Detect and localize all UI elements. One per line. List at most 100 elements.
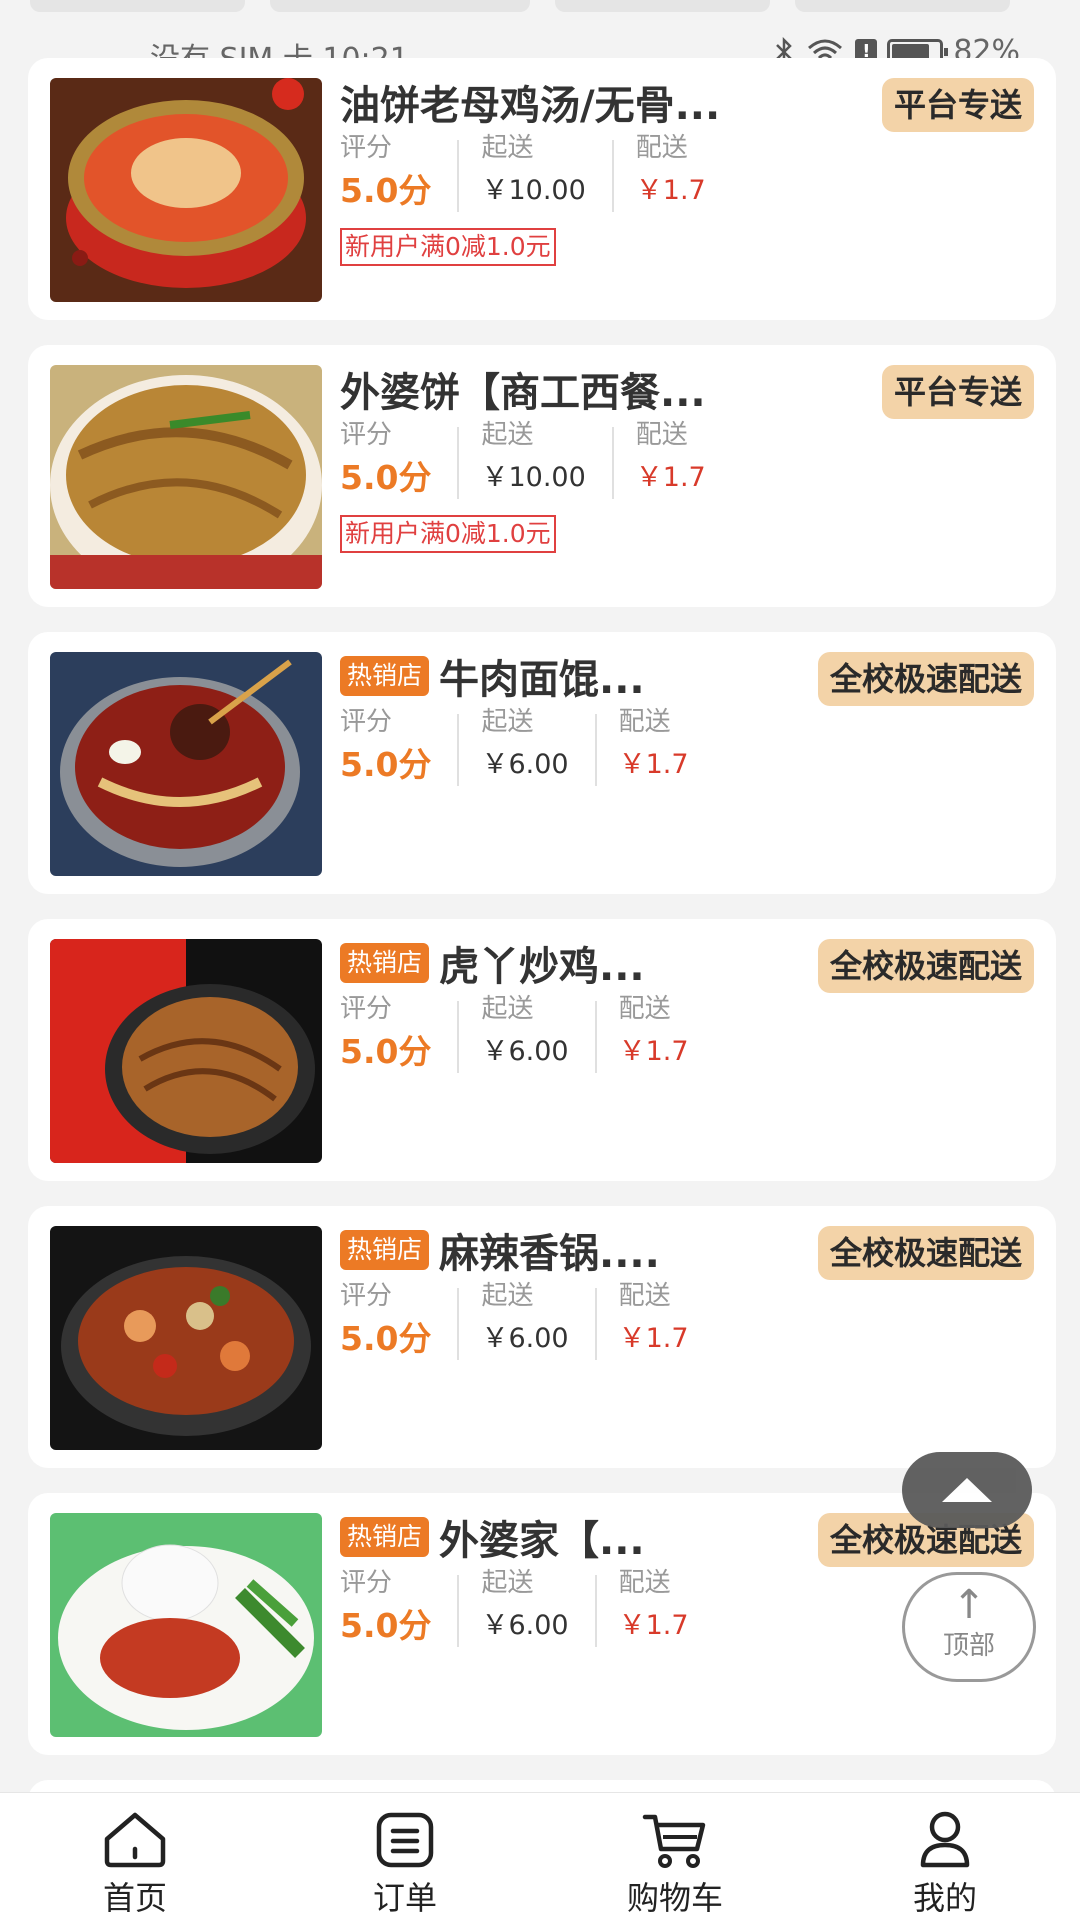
chevron-up-icon: [942, 1478, 992, 1502]
tab-stub[interactable]: [30, 0, 245, 12]
nav-home[interactable]: 首页: [0, 1793, 270, 1920]
delivery-label: 配送: [618, 707, 671, 737]
min-order-value: ￥6.00: [481, 749, 569, 780]
chicken-soup-photo[interactable]: [50, 78, 322, 302]
delivery-fee-value: ￥1.7: [618, 1323, 689, 1354]
rice-plate-photo[interactable]: [50, 1513, 322, 1737]
min-order-label: 起送: [481, 1281, 534, 1311]
delivery-label: 配送: [635, 133, 688, 163]
store-card[interactable]: 热销店 牛肉面馄... 全校极速配送 评分 5.0分 起送 ￥6.00 配送 ￥1.7: [28, 632, 1056, 894]
nav-orders-label: 订单: [372, 1879, 437, 1917]
store-list: 油饼老母鸡汤/无骨... 平台专送 评分 5.0分 起送 ￥10.00 配送 ￥1.7…: [28, 58, 1056, 1865]
delivery-label: 配送: [618, 1281, 671, 1311]
nav-cart-label: 购物车: [626, 1879, 723, 1917]
promo-tag: 新用户满0减1.0元: [340, 228, 556, 266]
tab-stub[interactable]: [555, 0, 770, 12]
title-row: 热销店 外婆家【...: [340, 1507, 645, 1567]
store-stats: 评分 5.0分 起送 ￥6.00 配送 ￥1.7: [340, 1565, 717, 1657]
min-order-value: ￥6.00: [481, 1323, 569, 1354]
delivery-label: 配送: [635, 420, 688, 450]
scroll-up-button[interactable]: [902, 1452, 1032, 1528]
min-order-value: ￥6.00: [481, 1610, 569, 1641]
nav-profile[interactable]: 我的: [810, 1793, 1080, 1920]
store-name[interactable]: 牛肉面馄...: [439, 647, 645, 705]
rating-label: 评分: [340, 1568, 393, 1598]
nav-cart[interactable]: 购物车: [540, 1793, 810, 1920]
rating-value: 5.0分: [340, 171, 432, 210]
store-name[interactable]: 虎丫炒鸡...: [439, 934, 645, 992]
store-card[interactable]: 外婆饼【商工西餐... 平台专送 评分 5.0分 起送 ￥10.00 配送 ￥1.7 …: [28, 345, 1056, 607]
beef-noodle-photo[interactable]: [50, 652, 322, 876]
rating-value: 5.0分: [340, 1032, 432, 1071]
delivery-badge: 全校极速配送: [817, 1226, 1034, 1280]
bottom-nav: 首页 订单 购物车 我的: [0, 1792, 1080, 1920]
rating-label: 评分: [340, 707, 393, 737]
store-name[interactable]: 麻辣香锅....: [439, 1221, 660, 1279]
nav-orders[interactable]: 订单: [270, 1793, 540, 1920]
top-tab-strip: [0, 0, 1080, 34]
min-order-label: 起送: [481, 1568, 534, 1598]
delivery-fee-value: ￥1.7: [618, 1036, 689, 1067]
rating-value: 5.0分: [340, 745, 432, 784]
min-order-label: 起送: [481, 420, 534, 450]
arrow-up-icon: ↑: [952, 1582, 986, 1628]
fried-noodles-photo[interactable]: [50, 939, 322, 1163]
delivery-fee-value: ￥1.7: [618, 749, 689, 780]
store-stats: 评分 5.0分 起送 ￥6.00 配送 ￥1.7: [340, 704, 717, 796]
rating-label: 评分: [340, 133, 393, 163]
store-card[interactable]: 热销店 虎丫炒鸡... 全校极速配送 评分 5.0分 起送 ￥6.00 配送 ￥1.7: [28, 919, 1056, 1181]
back-to-top-label: 顶部: [942, 1631, 995, 1661]
min-order-label: 起送: [481, 994, 534, 1024]
delivery-badge: 平台专送: [881, 78, 1034, 132]
store-card[interactable]: 热销店 麻辣香锅.... 全校极速配送 评分 5.0分 起送 ￥6.00 配送 ￥1.…: [28, 1206, 1056, 1468]
profile-icon: [920, 1811, 970, 1868]
store-stats: 评分 5.0分 起送 ￥10.00 配送 ￥1.7: [340, 130, 734, 222]
hot-store-tag: 热销店: [340, 943, 430, 983]
tab-stub[interactable]: [795, 0, 1010, 12]
delivery-fee-value: ￥1.7: [635, 175, 706, 206]
tab-stub[interactable]: [270, 0, 530, 12]
hot-store-tag: 热销店: [340, 1517, 430, 1557]
promo-tag: 新用户满0减1.0元: [340, 515, 556, 553]
store-name[interactable]: 油饼老母鸡汤/无骨...: [340, 73, 720, 131]
min-order-label: 起送: [481, 707, 534, 737]
title-row: 热销店 麻辣香锅....: [340, 1220, 660, 1280]
min-order-value: ￥10.00: [481, 462, 586, 493]
store-name[interactable]: 外婆饼【商工西餐...: [340, 360, 706, 418]
min-order-label: 起送: [481, 133, 534, 163]
delivery-badge: 平台专送: [881, 365, 1034, 419]
rating-value: 5.0分: [340, 458, 432, 497]
delivery-label: 配送: [618, 1568, 671, 1598]
delivery-fee-value: ￥1.7: [635, 462, 706, 493]
delivery-fee-value: ￥1.7: [618, 1610, 689, 1641]
nav-profile-label: 我的: [912, 1879, 977, 1917]
rating-label: 评分: [340, 1281, 393, 1311]
rating-label: 评分: [340, 994, 393, 1024]
rating-value: 5.0分: [340, 1606, 432, 1645]
title-row: 油饼老母鸡汤/无骨...: [340, 72, 720, 132]
min-order-value: ￥6.00: [481, 1036, 569, 1067]
delivery-badge: 全校极速配送: [817, 652, 1034, 706]
hot-store-tag: 热销店: [340, 656, 430, 696]
rating-label: 评分: [340, 420, 393, 450]
store-stats: 评分 5.0分 起送 ￥6.00 配送 ￥1.7: [340, 1278, 717, 1370]
delivery-label: 配送: [618, 994, 671, 1024]
title-row: 外婆饼【商工西餐...: [340, 359, 706, 419]
store-card[interactable]: 油饼老母鸡汤/无骨... 平台专送 评分 5.0分 起送 ￥10.00 配送 ￥1.7…: [28, 58, 1056, 320]
back-to-top-button[interactable]: ↑ 顶部: [902, 1572, 1036, 1682]
noodles-photo[interactable]: [50, 365, 322, 589]
store-name[interactable]: 外婆家【...: [439, 1508, 645, 1566]
home-icon: [104, 1812, 166, 1868]
store-stats: 评分 5.0分 起送 ￥6.00 配送 ￥1.7: [340, 991, 717, 1083]
spicy-pot-photo[interactable]: [50, 1226, 322, 1450]
nav-home-label: 首页: [102, 1879, 167, 1917]
delivery-badge: 全校极速配送: [817, 939, 1034, 993]
title-row: 热销店 虎丫炒鸡...: [340, 933, 645, 993]
rating-value: 5.0分: [340, 1319, 432, 1358]
title-row: 热销店 牛肉面馄...: [340, 646, 645, 706]
store-stats: 评分 5.0分 起送 ￥10.00 配送 ￥1.7: [340, 417, 734, 509]
order-icon: [376, 1812, 434, 1868]
min-order-value: ￥10.00: [481, 175, 586, 206]
cart-icon: [642, 1814, 706, 1868]
hot-store-tag: 热销店: [340, 1230, 430, 1270]
